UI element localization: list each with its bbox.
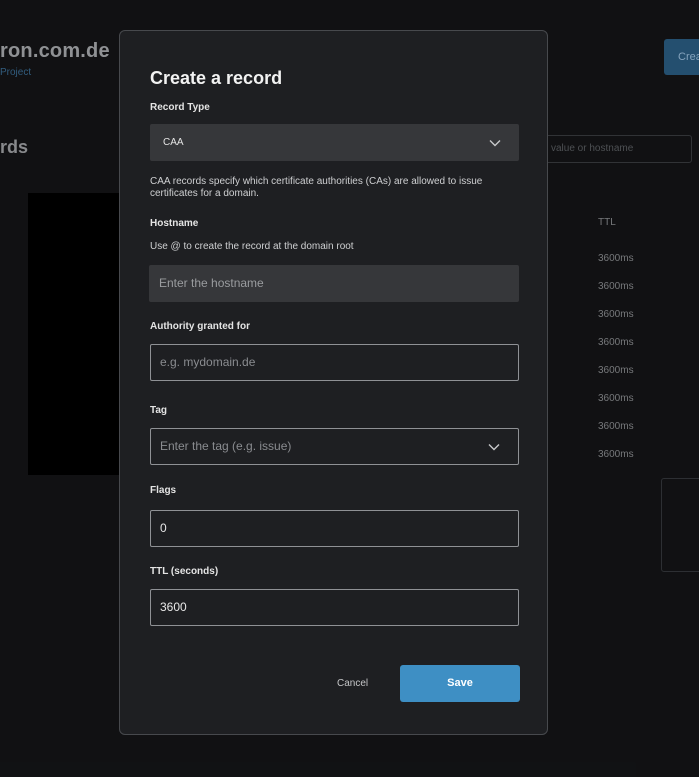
ttl-label: TTL (seconds) (150, 566, 219, 577)
record-type-help: CAA records specify which certificate au… (150, 176, 483, 199)
ttl-input[interactable]: 3600 (150, 589, 519, 626)
flags-value: 0 (160, 521, 167, 535)
record-type-value: CAA (163, 137, 184, 148)
tag-placeholder: Enter the tag (e.g. issue) (160, 439, 292, 453)
ttl-value: 3600 (160, 600, 187, 614)
hostname-help: Use @ to create the record at the domain… (150, 241, 354, 252)
authority-placeholder: e.g. mydomain.de (160, 355, 256, 369)
flags-input[interactable]: 0 (150, 510, 519, 547)
record-type-select[interactable]: CAA (150, 124, 519, 161)
hostname-input[interactable]: Enter the hostname (149, 265, 519, 302)
save-button[interactable]: Save (400, 665, 520, 702)
authority-label: Authority granted for (150, 321, 250, 332)
tag-label: Tag (150, 405, 168, 416)
flags-label: Flags (150, 485, 177, 496)
cancel-button[interactable]: Cancel (337, 678, 368, 689)
create-record-modal: Create a record Record Type CAA CAA reco… (119, 30, 548, 735)
record-type-label: Record Type (150, 102, 210, 113)
authority-input[interactable]: e.g. mydomain.de (150, 344, 519, 381)
modal-title: Create a record (150, 68, 283, 88)
chevron-down-icon (489, 139, 501, 146)
chevron-down-icon (488, 443, 500, 450)
hostname-label: Hostname (150, 218, 199, 229)
tag-select[interactable]: Enter the tag (e.g. issue) (150, 428, 519, 465)
